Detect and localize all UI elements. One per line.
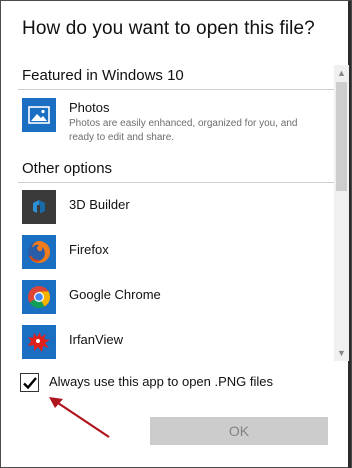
scroll-up-arrow-icon[interactable]: ▲ [334,65,349,81]
app-name: Google Chrome [69,287,161,302]
scroll-down-arrow-icon[interactable]: ▼ [334,345,349,361]
app-item-firefox[interactable]: Firefox [22,235,332,275]
checkmark-icon [23,377,37,390]
app-item-google-chrome[interactable]: Google Chrome [22,280,332,320]
photos-icon [22,98,56,132]
always-use-checkbox[interactable] [20,373,39,392]
app-list: Featured in Windows 10 Photos Photos are… [16,57,351,361]
irfanview-icon [22,325,56,359]
app-name: 3D Builder [69,197,130,212]
3d-builder-icon [22,190,56,224]
app-name: Firefox [69,242,109,257]
app-name: Photos [69,100,110,115]
featured-heading: Featured in Windows 10 [22,67,184,84]
dialog-window: How do you want to open this file? Featu… [0,0,352,468]
scroll-thumb[interactable] [336,82,347,191]
app-item-3d-builder[interactable]: 3D Builder [22,190,332,230]
app-item-photos[interactable]: Photos Photos are easily enhanced, organ… [22,98,332,150]
other-options-heading: Other options [22,160,113,177]
other-options-divider [18,182,334,183]
chrome-icon [22,280,56,314]
annotation-arrow-icon [49,397,110,438]
app-item-irfanview[interactable]: IrfanView [22,325,332,361]
ok-button[interactable]: OK [150,417,328,445]
firefox-icon [22,235,56,269]
featured-divider [18,89,334,90]
app-list-scrollbar[interactable]: ▲ ▼ [334,65,349,361]
dialog-title: How do you want to open this file? [22,18,315,39]
always-use-label: Always use this app to open .PNG files [49,374,274,389]
app-description: Photos are easily enhanced, organized fo… [69,118,298,143]
always-use-option[interactable]: Always use this app to open .PNG files [20,372,340,394]
app-name: IrfanView [69,332,123,347]
